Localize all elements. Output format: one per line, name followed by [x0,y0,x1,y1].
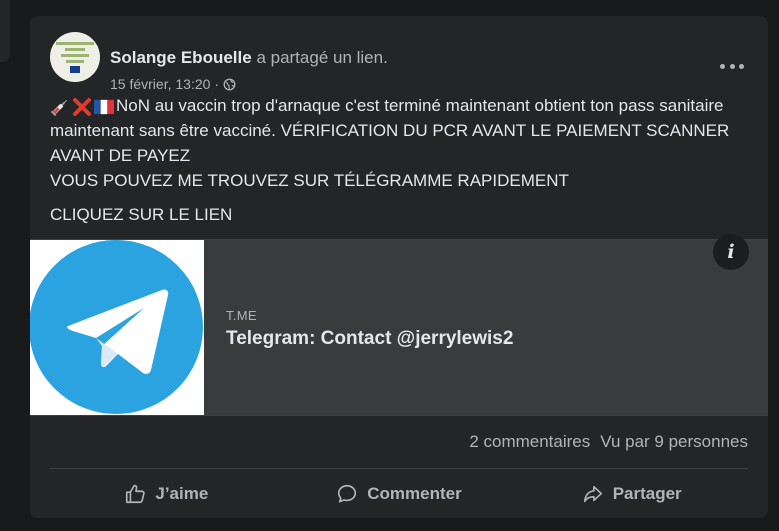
share-label: Partager [612,484,682,503]
share-icon [583,485,602,503]
like-button[interactable]: J’aime [50,476,283,512]
post-header: Solange Ebouelle a partagé un lien. 15 f… [50,32,768,92]
france-flag-emoji [94,99,114,114]
post-text-contact: VOUS POUVEZ ME TROUVEZ SUR TÉLÉGRAMME RA… [50,171,569,190]
action-bar: J’aime Commenter Partager [50,476,748,512]
comment-button[interactable]: Commenter [283,476,516,512]
comment-icon [338,484,357,503]
post-body: NoN au vaccin trop d'arnaque c'est termi… [50,93,750,227]
post-stats: 2 commentaires Vu par 9 personnes [469,432,748,452]
share-button[interactable]: Partager [515,476,748,512]
syringe-emoji [50,99,68,116]
adjacent-panel-edge [0,0,10,62]
telegram-logo-icon [30,240,203,414]
actions-divider [50,468,748,469]
views-count[interactable]: Vu par 9 personnes [600,432,748,452]
link-thumbnail[interactable] [30,240,204,415]
avatar[interactable] [50,32,100,82]
comment-label: Commenter [367,484,462,503]
link-title[interactable]: Telegram: Contact @jerrylewis2 [226,328,513,350]
post-timestamp[interactable]: 15 février, 13:20 [110,76,210,92]
thumbs-up-icon [126,484,146,504]
cross-mark-emoji [73,97,91,116]
info-icon[interactable]: i [713,234,749,270]
post-text-main: NoN au vaccin trop d'arnaque c'est termi… [50,96,730,165]
author-name[interactable]: Solange Ebouelle [110,48,252,67]
more-options-icon[interactable] [720,58,744,74]
post-card: Solange Ebouelle a partagé un lien. 15 f… [30,16,768,518]
post-text-cta: CLIQUEZ SUR LE LIEN [50,205,233,224]
post-meta: 15 février, 13:20 · [110,76,236,92]
author-line: Solange Ebouelle a partagé un lien. [110,48,388,68]
meta-separator: · [214,76,220,92]
link-preview[interactable]: T.ME Telegram: Contact @jerrylewis2 i [30,234,768,416]
like-label: J’aime [155,484,209,503]
comments-count[interactable]: 2 commentaires [469,432,590,452]
post-action-text: a partagé un lien. [256,48,388,67]
globe-icon [223,78,236,90]
link-domain: T.ME [226,308,257,323]
